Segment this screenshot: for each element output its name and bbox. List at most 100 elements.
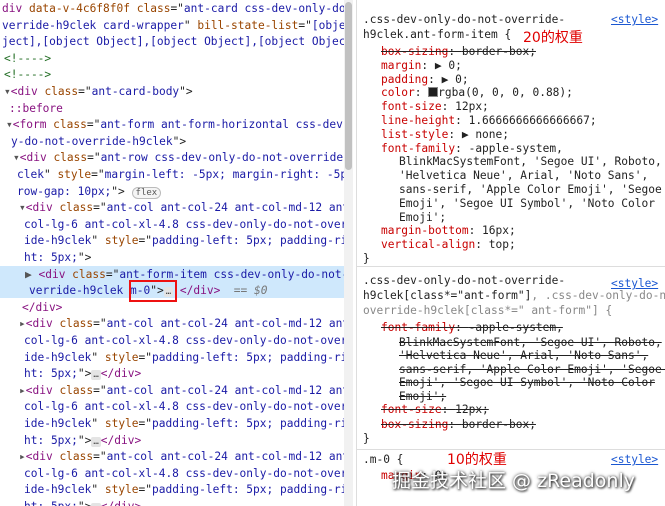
elements-panel[interactable]: div data-v-4c6f8f0f class="ant-card css-…: [0, 0, 344, 506]
rule2-close-brace: }: [363, 432, 370, 445]
style-property[interactable]: vertical-align: top;: [381, 237, 516, 253]
dom-line[interactable]: col-lg-6 ant-col-xl-4.8 css-dev-only-do-…: [24, 217, 344, 233]
dom-line[interactable]: ▾<form class="ant-form ant-form-horizont…: [6, 117, 344, 133]
dom-token: ant-col ant-col-24 ant-col-md-12 ant-: [106, 201, 344, 215]
dom-token: ide-h9clek: [24, 417, 92, 430]
dom-line[interactable]: <!---->: [4, 67, 51, 83]
dom-line[interactable]: ▸<div class="ant-col ant-col-24 ant-col-…: [19, 383, 344, 399]
dom-line[interactable]: ht: 5px;">…</div>: [24, 366, 141, 382]
rule1-source-link[interactable]: <style>: [611, 12, 658, 28]
dom-token: padding-left: 5px; padding-rig: [152, 483, 344, 497]
dom-token: </div>: [101, 500, 141, 506]
dom-token: ::before: [9, 101, 63, 115]
elements-scrollbar[interactable]: [344, 0, 353, 506]
dom-token: </div>: [22, 300, 63, 314]
dom-token: [object Ob: [311, 18, 344, 32]
dom-line[interactable]: row-gap: 10px;"> flex: [17, 184, 162, 200]
dom-line[interactable]: ht: 5px;">: [24, 250, 91, 266]
dom-line[interactable]: clek" style="margin-left: -5px; margin-r…: [17, 167, 344, 183]
dom-token: ": [91, 350, 105, 364]
dom-token: =": [91, 168, 105, 181]
dom-line[interactable]: <!---->: [4, 51, 51, 67]
dom-line[interactable]: ▶ <div class="ant-form-item css-dev-only…: [25, 267, 344, 283]
scrollbar-thumb[interactable]: [345, 2, 352, 170]
dom-token: ide-h9clek: [24, 350, 92, 364]
dom-token: <div: [10, 85, 45, 98]
rule-divider: [357, 266, 665, 267]
dom-token: =": [93, 450, 107, 464]
dom-token: class: [59, 383, 94, 397]
dom-token: ": [43, 168, 58, 181]
dom-line[interactable]: y-do-not-override-h9clek">: [11, 134, 186, 150]
dom-line[interactable]: verride-h9clek card-wrapper" bill-state-…: [2, 18, 344, 34]
styles-panel[interactable]: .css-dev-only-do-not-override- <style> h…: [356, 0, 665, 506]
dom-line[interactable]: ide-h9clek" style="padding-left: 5px; pa…: [24, 416, 344, 432]
dom-token: <div: [25, 317, 60, 331]
dom-line[interactable]: ▾<div class="ant-row css-dev-only-do-not…: [13, 150, 344, 166]
dom-token: ▸: [19, 450, 26, 464]
rule2-font-family[interactable]: font-family: -apple-system,: [381, 320, 563, 336]
dom-line[interactable]: col-lg-6 ant-col-xl-4.8 css-dev-only-do-…: [24, 333, 344, 349]
dom-line[interactable]: ht: 5px;">…</div>: [24, 499, 141, 506]
dom-token: =": [105, 267, 120, 281]
dom-token: =": [93, 317, 107, 331]
dom-line[interactable]: ▾<div class="ant-card-body">: [4, 84, 193, 100]
dom-line[interactable]: col-lg-6 ant-col-xl-4.8 css-dev-only-do-…: [24, 399, 344, 415]
dom-token: ">: [111, 184, 125, 198]
dom-line[interactable]: ide-h9clek" style="padding-left: 5px; pa…: [24, 233, 344, 249]
dom-token: class: [44, 85, 79, 98]
rule1-close-brace: }: [363, 252, 370, 265]
dom-token: class: [53, 118, 87, 132]
dom-line[interactable]: ::before: [9, 101, 63, 117]
dom-line[interactable]: ▾<div class="ant-col ant-col-24 ant-col-…: [19, 200, 344, 216]
dom-token: ide-h9clek: [24, 234, 92, 248]
dom-token: class: [72, 267, 106, 281]
dom-line[interactable]: ide-h9clek" style="padding-left: 5px; pa…: [24, 350, 344, 366]
dom-token: ▾: [6, 118, 13, 132]
watermark: 掘金技术社区 @ zReadonly: [392, 470, 635, 492]
expand-ellipsis[interactable]: …: [91, 370, 101, 381]
dom-token: style: [104, 483, 139, 497]
expand-ellipsis[interactable]: …: [91, 436, 101, 447]
dom-token: <div: [25, 450, 60, 464]
dom-line[interactable]: ▸<div class="ant-col ant-col-24 ant-col-…: [19, 449, 344, 465]
dom-token: ant-row css-dev-only-do-not-override-h9: [100, 151, 344, 165]
dom-token: <form: [12, 118, 54, 132]
dom-token: =": [86, 118, 101, 132]
dom-token: =": [93, 201, 107, 215]
dom-line[interactable]: ide-h9clek" style="padding-left: 5px; pa…: [24, 482, 344, 498]
rule2-font-size[interactable]: font-size: 12px;: [381, 402, 489, 418]
dom-token: style: [104, 417, 139, 430]
rule2-selector-line1: .css-dev-only-do-not-override-: [363, 274, 566, 287]
dom-token: ide-h9clek: [24, 483, 92, 497]
dom-token: data-v-4c6f8f0f: [28, 2, 130, 15]
rule2-box-sizing[interactable]: box-sizing: border-box;: [381, 417, 536, 433]
dom-token: ht: 5px;: [24, 251, 78, 264]
dom-line[interactable]: ject],[object Object],[object Object],[o…: [2, 34, 344, 50]
dom-token: class: [59, 317, 94, 331]
dom-token: ": [91, 483, 105, 497]
dom-token: ant-col ant-col-24 ant-col-md-12 ant-: [106, 450, 344, 464]
dom-token: =": [138, 483, 153, 497]
rule1-selector-line2: h9clek.ant-form-item {: [363, 28, 512, 41]
flex-badge[interactable]: flex: [131, 186, 162, 199]
dom-token: verride-h9clek card-wrapper: [2, 18, 184, 32]
dom-token: div: [2, 2, 29, 15]
dom-token: padding-left: 5px; padding-rig: [152, 417, 344, 430]
dom-token: == $0: [220, 284, 268, 298]
dom-token: ▸: [19, 383, 26, 397]
color-swatch[interactable]: [428, 87, 439, 98]
dom-token: ant-card-body: [91, 85, 180, 98]
dom-line[interactable]: ▸<div class="ant-col ant-col-24 ant-col-…: [19, 316, 344, 332]
dom-line[interactable]: </div>: [22, 300, 62, 316]
dom-token: <div: [25, 383, 60, 397]
dom-token: col-lg-6 ant-col-xl-4.8 css-dev-only-do-…: [24, 334, 344, 347]
dom-token: =": [138, 234, 153, 248]
dom-line[interactable]: col-lg-6 ant-col-xl-4.8 css-dev-only-do-…: [24, 466, 344, 482]
dom-token: ht: 5px;: [24, 500, 78, 506]
dom-token: col-lg-6 ant-col-xl-4.8 css-dev-only-do-…: [24, 217, 344, 231]
dom-token: <!---->: [4, 51, 52, 65]
dom-line[interactable]: ht: 5px;">…</div>: [24, 433, 141, 449]
dom-line[interactable]: div data-v-4c6f8f0f class="ant-card css-…: [2, 1, 344, 17]
dom-token: clek: [17, 168, 44, 181]
